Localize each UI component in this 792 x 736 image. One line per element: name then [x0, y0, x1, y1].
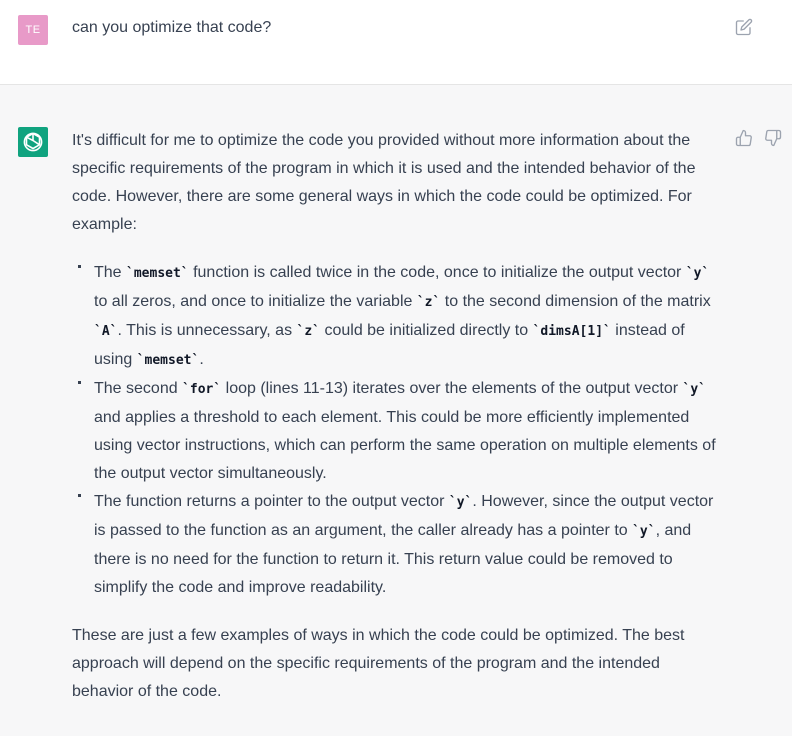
edit-icon[interactable] — [735, 18, 753, 36]
assistant-message-content: It's difficult for me to optimize the co… — [72, 127, 724, 706]
user-message-text: can you optimize that code? — [72, 19, 272, 36]
list-item: The function returns a pointer to the ou… — [78, 488, 724, 602]
assistant-message-row: It's difficult for me to optimize the co… — [0, 85, 792, 736]
user-message-row: TE can you optimize that code? — [0, 0, 792, 85]
thumbs-down-icon[interactable] — [764, 129, 782, 147]
list-item: The second `for` loop (lines 11-13) iter… — [78, 375, 724, 488]
intro-paragraph: It's difficult for me to optimize the co… — [72, 132, 696, 233]
list-item: The `memset` function is called twice in… — [78, 259, 724, 375]
outro-paragraph: These are just a few examples of ways in… — [72, 627, 685, 700]
suggestion-list: The `memset` function is called twice in… — [72, 259, 724, 602]
openai-logo-icon — [18, 127, 48, 157]
user-avatar: TE — [18, 15, 48, 45]
thumbs-up-icon[interactable] — [735, 129, 753, 147]
